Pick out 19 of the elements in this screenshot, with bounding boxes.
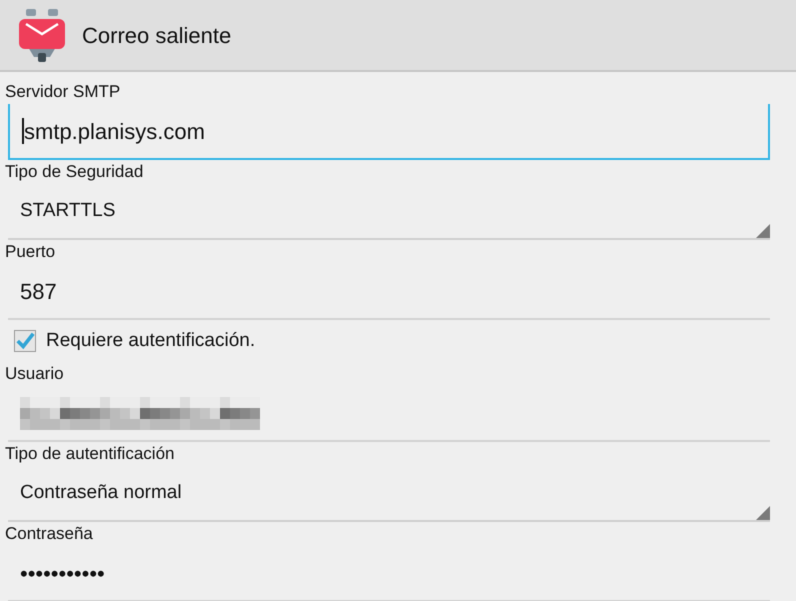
- checkbox[interactable]: [14, 330, 36, 352]
- dropdown-corner-icon: [756, 224, 770, 238]
- field-label: Puerto: [5, 241, 56, 264]
- input-field[interactable]: 587: [8, 264, 770, 320]
- dropdown[interactable]: STARTTLS: [8, 184, 770, 240]
- input-field[interactable]: •••••••••••: [8, 546, 770, 601]
- input-field[interactable]: smtp.planisys.com: [8, 104, 770, 160]
- text-cursor: [22, 118, 24, 144]
- checkbox-label: Requiere autentificación.: [46, 328, 256, 353]
- field-label: Tipo de Seguridad: [5, 161, 144, 184]
- field-label: Servidor SMTP: [5, 81, 120, 104]
- field-label: Usuario: [5, 363, 64, 386]
- app-icon: [16, 7, 68, 63]
- dropdown[interactable]: Contraseña normal: [8, 466, 770, 522]
- field-label: Contraseña: [5, 523, 93, 546]
- dropdown-corner-icon: [756, 506, 770, 520]
- field-label: Tipo de autentificación: [5, 443, 174, 466]
- screen-title: Correo saliente: [82, 22, 232, 50]
- checkmark-icon: [15, 331, 35, 351]
